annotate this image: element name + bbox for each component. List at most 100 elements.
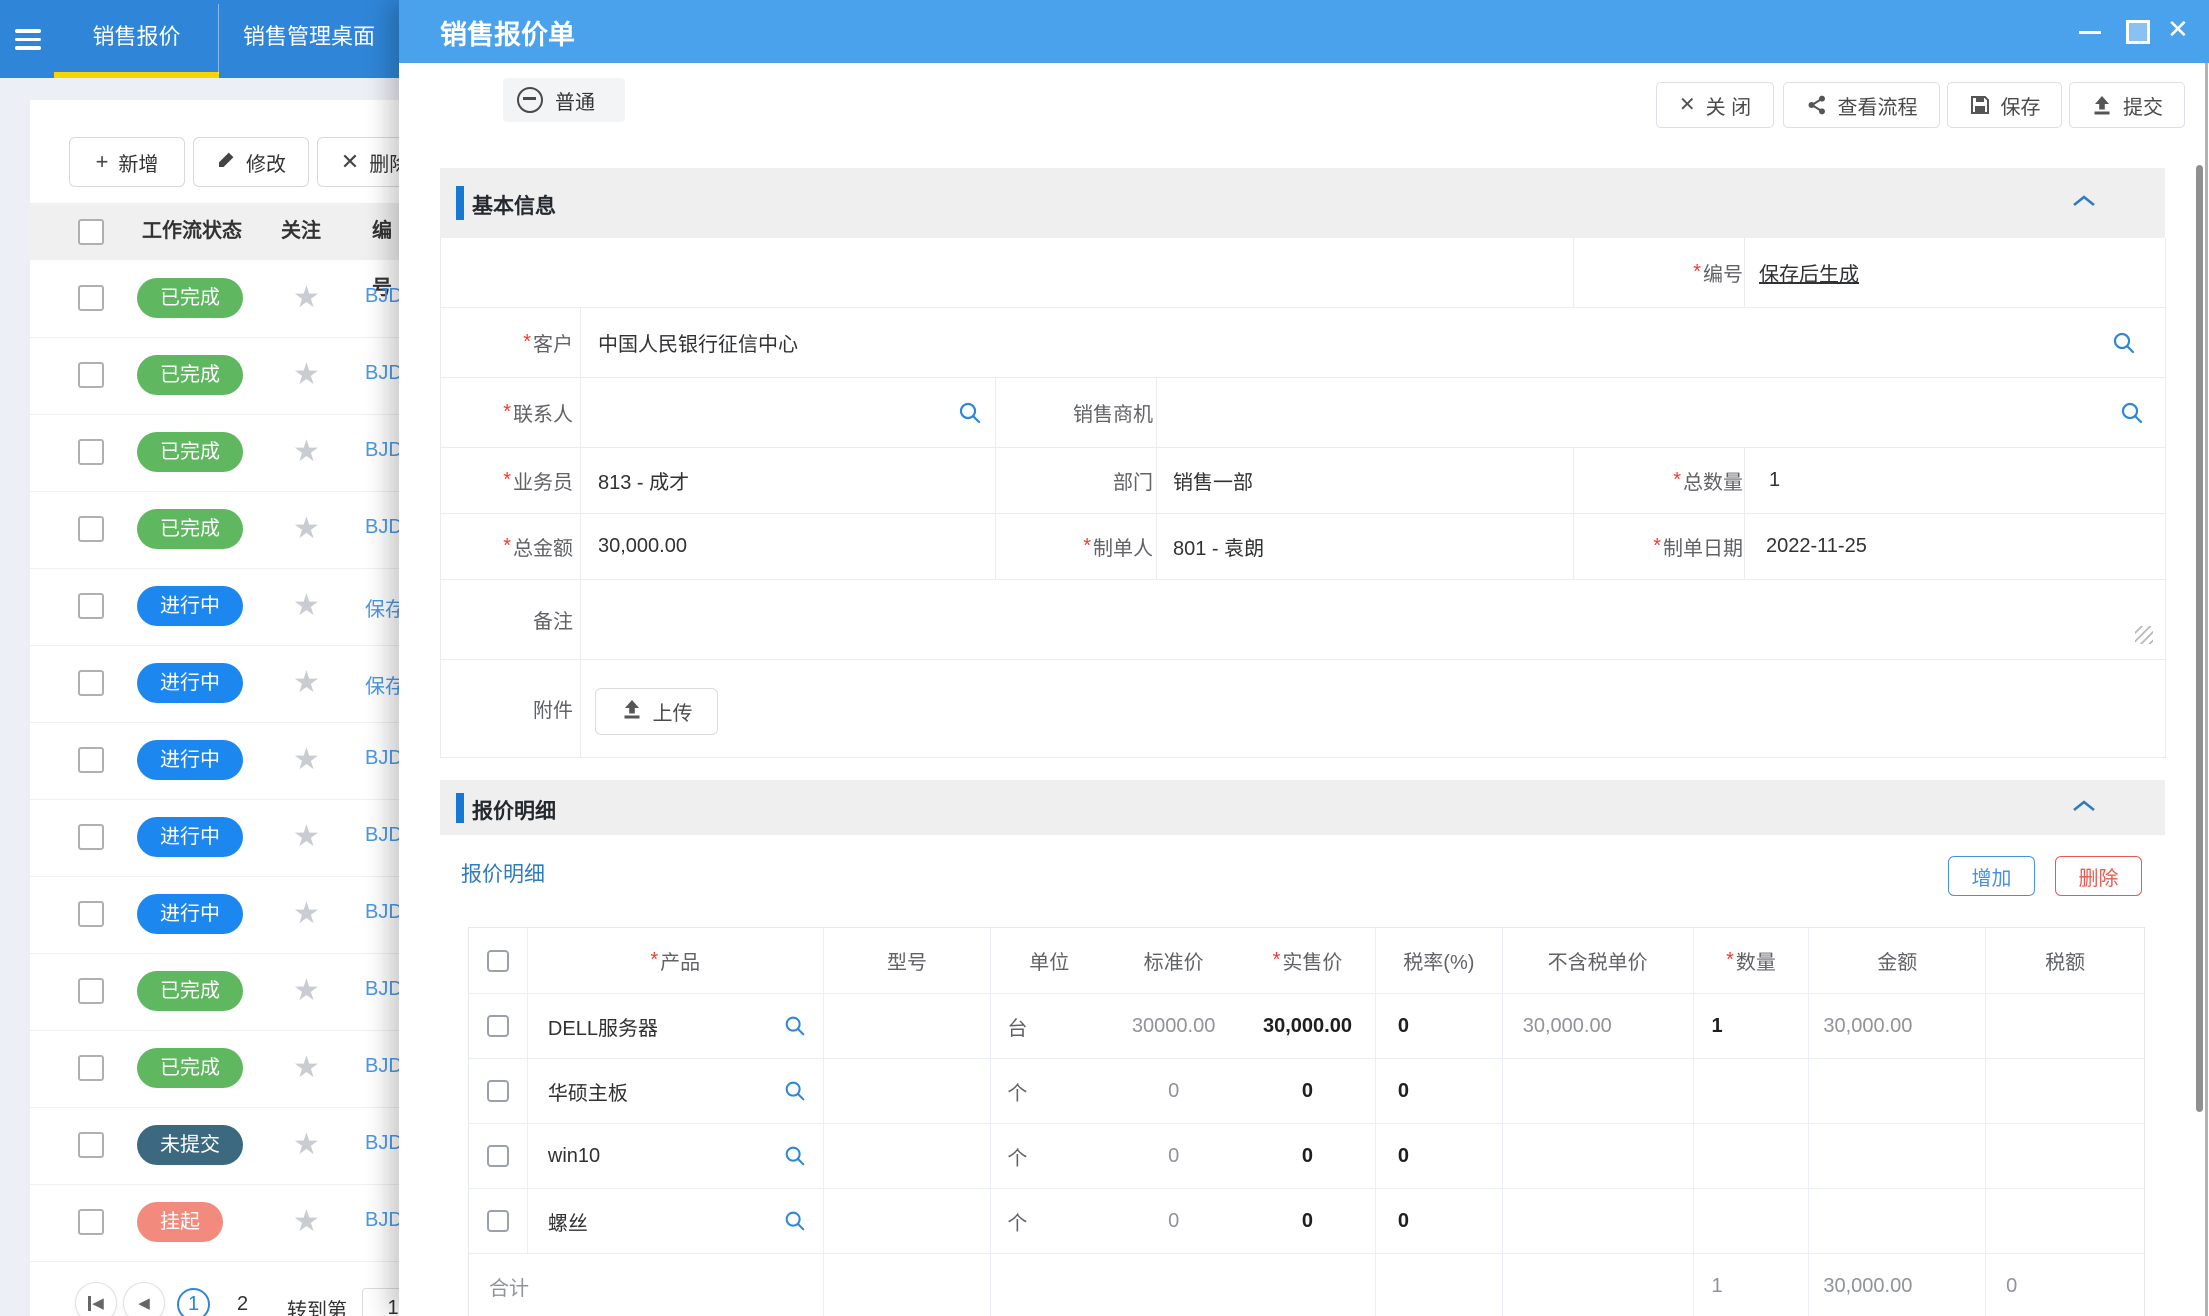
code-generated-link[interactable]: 保存后生成: [1759, 258, 1859, 287]
sale-price-cell[interactable]: 0: [1240, 1189, 1376, 1253]
list-row[interactable]: 已完成 ★ BJD: [30, 953, 399, 1031]
qty-cell[interactable]: 1: [1694, 994, 1810, 1058]
row-checkbox[interactable]: [78, 978, 104, 1004]
total-qty-value[interactable]: 1: [1769, 448, 1780, 513]
list-row[interactable]: 已完成 ★ BJD: [30, 414, 399, 492]
prev-page-button[interactable]: ◀: [123, 1282, 165, 1316]
dept-value[interactable]: 销售一部: [1173, 448, 1253, 513]
delete-line-button[interactable]: 删除: [2055, 856, 2142, 896]
sale-price-cell[interactable]: 0: [1240, 1124, 1376, 1188]
row-checkbox[interactable]: [78, 439, 104, 465]
product-cell[interactable]: 华硕主板: [528, 1059, 824, 1123]
row-checkbox[interactable]: [78, 670, 104, 696]
make-date-value[interactable]: 2022-11-25: [1766, 514, 1867, 579]
product-cell[interactable]: DELL服务器: [528, 994, 824, 1058]
list-row[interactable]: 进行中 ★ 保存: [30, 645, 399, 723]
select-all-checkbox[interactable]: [487, 950, 509, 972]
product-search-icon[interactable]: [783, 1209, 807, 1239]
edit-button[interactable]: 修改: [193, 137, 309, 187]
customer-field[interactable]: 中国人民银行征信中心: [598, 308, 798, 377]
qty-cell[interactable]: [1694, 1124, 1810, 1188]
quote-detail-tab-link[interactable]: 报价明细: [461, 858, 545, 888]
star-icon[interactable]: ★: [293, 357, 320, 392]
collapse-chevron-icon[interactable]: [2070, 193, 2098, 214]
upload-button[interactable]: 上传: [595, 688, 718, 735]
opportunity-field[interactable]: [1173, 378, 2073, 447]
model-cell[interactable]: [824, 1124, 992, 1188]
quote-code-link[interactable]: BJD: [365, 439, 399, 462]
basic-info-section-header[interactable]: 基本信息: [440, 168, 2165, 238]
star-icon[interactable]: ★: [293, 1127, 320, 1162]
row-checkbox[interactable]: [78, 1132, 104, 1158]
list-row[interactable]: 已完成 ★ BJD: [30, 1030, 399, 1108]
quote-code-link[interactable]: BJD: [365, 978, 399, 1001]
quote-code-link[interactable]: 保存: [365, 593, 399, 622]
model-cell[interactable]: [824, 1189, 992, 1253]
quote-code-link[interactable]: BJD: [365, 1055, 399, 1078]
row-checkbox[interactable]: [78, 1055, 104, 1081]
salesman-value[interactable]: 813 - 成才: [598, 448, 689, 513]
list-row[interactable]: 已完成 ★ BJD: [30, 491, 399, 569]
maker-value[interactable]: 801 - 袁朗: [1173, 514, 1264, 579]
total-amount-value[interactable]: 30,000.00: [598, 514, 687, 579]
tax-rate-cell[interactable]: 0: [1376, 994, 1503, 1058]
minimize-icon[interactable]: [2079, 31, 2101, 34]
product-search-icon[interactable]: [783, 1014, 807, 1044]
row-checkbox[interactable]: [487, 1210, 509, 1232]
quote-code-link[interactable]: BJD: [365, 1132, 399, 1155]
close-panel-button[interactable]: ✕ 关 闭: [1656, 82, 1774, 128]
tax-rate-cell[interactable]: 0: [1376, 1059, 1503, 1123]
first-page-button[interactable]: ◀: [75, 1282, 117, 1316]
page-1-button[interactable]: 1: [177, 1288, 210, 1316]
row-checkbox[interactable]: [78, 285, 104, 311]
maximize-icon[interactable]: [2126, 20, 2150, 44]
tax-rate-cell[interactable]: 0: [1376, 1189, 1503, 1253]
opportunity-search-icon[interactable]: [2119, 400, 2145, 431]
list-row[interactable]: 进行中 ★ 保存: [30, 568, 399, 646]
star-icon[interactable]: ★: [293, 896, 320, 931]
tab-sales-quote[interactable]: 销售报价: [54, 0, 219, 78]
star-icon[interactable]: ★: [293, 819, 320, 854]
star-icon[interactable]: ★: [293, 280, 320, 315]
quote-detail-section-header[interactable]: 报价明细: [440, 780, 2165, 835]
star-icon[interactable]: ★: [293, 973, 320, 1008]
quote-code-link[interactable]: BJD: [365, 1209, 399, 1232]
add-line-button[interactable]: 增加: [1948, 856, 2035, 896]
star-icon[interactable]: ★: [293, 742, 320, 777]
star-icon[interactable]: ★: [293, 665, 320, 700]
quote-code-link[interactable]: BJD: [365, 362, 399, 385]
star-icon[interactable]: ★: [293, 1050, 320, 1085]
product-search-icon[interactable]: [783, 1079, 807, 1109]
view-flow-button[interactable]: 查看流程: [1783, 82, 1940, 128]
quote-code-link[interactable]: BJD: [365, 747, 399, 770]
star-icon[interactable]: ★: [293, 1204, 320, 1239]
quote-code-link[interactable]: BJD: [365, 285, 399, 308]
goto-page-input[interactable]: [362, 1288, 399, 1316]
tab-sales-desktop[interactable]: 销售管理桌面: [228, 0, 390, 78]
row-checkbox[interactable]: [78, 516, 104, 542]
quote-code-link[interactable]: BJD: [365, 516, 399, 539]
customer-search-icon[interactable]: [2111, 330, 2137, 361]
list-row[interactable]: 进行中 ★ BJD: [30, 722, 399, 800]
delete-button[interactable]: ✕ 删除: [317, 137, 399, 187]
list-row[interactable]: 进行中 ★ BJD: [30, 799, 399, 877]
product-cell[interactable]: win10: [528, 1124, 824, 1188]
quote-code-link[interactable]: 保存: [365, 670, 399, 699]
row-checkbox[interactable]: [487, 1145, 509, 1167]
save-button[interactable]: 保存: [1947, 82, 2062, 128]
collapse-chevron-icon[interactable]: [2070, 798, 2098, 819]
remark-textarea[interactable]: [598, 580, 2098, 659]
tax-rate-cell[interactable]: 0: [1376, 1124, 1503, 1188]
model-cell[interactable]: [824, 1059, 992, 1123]
close-icon[interactable]: ✕: [2167, 13, 2189, 47]
product-cell[interactable]: 螺丝: [528, 1189, 824, 1253]
page-2-button[interactable]: 2: [237, 1293, 248, 1316]
row-checkbox[interactable]: [78, 593, 104, 619]
product-search-icon[interactable]: [783, 1144, 807, 1174]
list-row[interactable]: 挂起 ★ BJD: [30, 1184, 399, 1262]
row-checkbox[interactable]: [487, 1015, 509, 1037]
submit-button[interactable]: 提交: [2069, 82, 2185, 128]
add-button[interactable]: + 新增: [69, 137, 185, 187]
sale-price-cell[interactable]: 0: [1240, 1059, 1376, 1123]
quote-code-link[interactable]: BJD: [365, 901, 399, 924]
